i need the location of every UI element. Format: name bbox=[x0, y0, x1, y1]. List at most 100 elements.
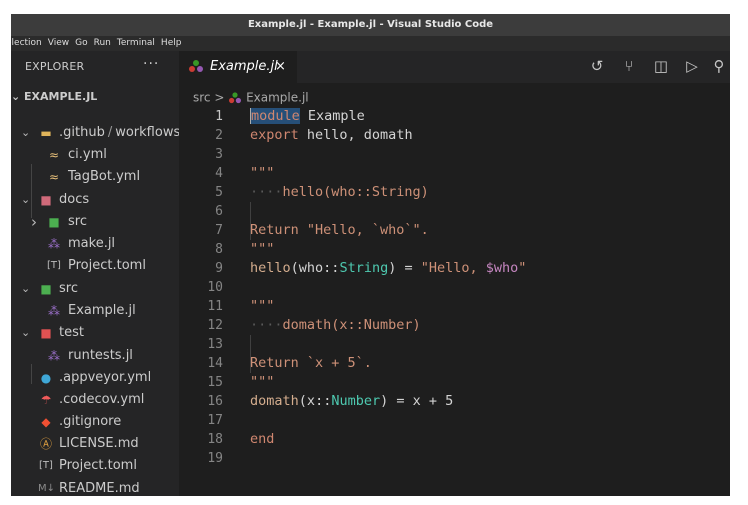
folder-github-icon: ▬ bbox=[40, 126, 52, 140]
close-icon[interactable]: × bbox=[275, 51, 286, 83]
tree-item-label: .gitignore bbox=[59, 414, 122, 429]
menu-go[interactable]: Go bbox=[75, 38, 87, 48]
folder-docs-icon: ■ bbox=[40, 193, 52, 207]
code-line: 8 """ bbox=[179, 240, 730, 259]
explorer-sidebar: EXPLORER ··· ⌄ EXAMPLE.JL ⌄ ▬ .github / work… bbox=[11, 51, 179, 496]
git-icon: ◆ bbox=[41, 415, 51, 429]
folder-name: workflows bbox=[115, 125, 179, 140]
toml-icon: [T] bbox=[47, 260, 61, 271]
code-line: 18 end bbox=[179, 430, 730, 449]
chevron-down-icon: ⌄ bbox=[21, 193, 31, 206]
code-token: """ bbox=[250, 165, 275, 181]
line-number: 12 bbox=[207, 318, 223, 333]
code-token: ···· bbox=[250, 317, 283, 333]
run-icon[interactable]: ▷ bbox=[682, 57, 702, 75]
code-token: Example bbox=[299, 108, 365, 124]
tree-item-project-toml[interactable]: [T] Project.toml bbox=[11, 255, 179, 277]
code-token: export bbox=[250, 127, 299, 143]
markdown-icon: M↓ bbox=[38, 483, 56, 494]
breadcrumb-file[interactable]: Example.jl bbox=[246, 91, 309, 105]
code-line: 16 domath(x::Number) = x + 5 bbox=[179, 392, 730, 411]
split-editor-icon[interactable]: ◫ bbox=[651, 57, 671, 75]
code-token: domath(x::Number) bbox=[282, 317, 421, 333]
tab-example-jl[interactable]: Example.jl × bbox=[179, 51, 297, 83]
tree-item-label: runtests.jl bbox=[68, 348, 133, 363]
tree-item-project-toml[interactable]: [T] Project.toml bbox=[11, 455, 179, 477]
tree-item-make-jl[interactable]: ⁂ make.jl bbox=[11, 233, 179, 255]
workspace-section[interactable]: ⌄ EXAMPLE.JL bbox=[11, 87, 179, 107]
code-token: hello bbox=[250, 260, 291, 276]
folder-src-icon: ■ bbox=[40, 282, 52, 296]
tree-item-test[interactable]: ⌄ ■ test bbox=[11, 322, 179, 344]
code-token: "Hello, bbox=[420, 260, 486, 276]
codecov-icon: ☂ bbox=[40, 393, 52, 407]
code-token: $who bbox=[485, 260, 519, 276]
breadcrumb-folder[interactable]: src bbox=[193, 91, 211, 105]
code-token: ···· bbox=[250, 184, 283, 200]
tree-item-license-md[interactable]: Ⓐ LICENSE.md bbox=[11, 433, 179, 455]
code-token: hello, domath bbox=[298, 127, 413, 143]
code-line: 7 Return "Hello, `who`". bbox=[179, 221, 730, 240]
code-token: Return `x + 5`. bbox=[250, 355, 372, 371]
tree-item-readme-md[interactable]: M↓ README.md bbox=[11, 478, 179, 496]
tree-item-tagbot-yml[interactable]: ≈ TagBot.yml bbox=[11, 166, 179, 188]
line-number: 6 bbox=[215, 204, 223, 219]
line-number: 16 bbox=[207, 394, 223, 409]
line-text: Return `x + 5`. bbox=[250, 354, 372, 373]
line-text: ····domath(x::Number) bbox=[250, 316, 421, 335]
source-control-icon[interactable]: ⑂ bbox=[619, 57, 639, 75]
line-text: hello(who::String) = "Hello, $who" bbox=[250, 259, 526, 278]
code-line: 9 hello(who::String) = "Hello, $who" bbox=[179, 259, 730, 278]
tree-item-label: docs bbox=[59, 192, 90, 207]
chevron-down-icon: ⌄ bbox=[21, 326, 31, 339]
code-token: " bbox=[518, 260, 527, 276]
tree-item-label: make.jl bbox=[68, 236, 116, 251]
tree-item--github[interactable]: ⌄ ▬ .github / workflows bbox=[11, 122, 179, 144]
more-actions-icon[interactable]: ⚲ bbox=[709, 57, 729, 75]
line-text: module Example bbox=[250, 107, 365, 126]
explorer-header: EXPLORER ··· bbox=[11, 51, 179, 83]
tree-item-example-jl[interactable]: ⁂ Example.jl bbox=[11, 300, 179, 322]
explorer-title: EXPLORER bbox=[25, 60, 85, 73]
code-token: x bbox=[306, 393, 316, 409]
line-number: 15 bbox=[207, 375, 223, 390]
julia-icon: ⁂ bbox=[48, 237, 60, 251]
code-token: who bbox=[298, 260, 324, 276]
tree-item-src[interactable]: › ■ src bbox=[11, 211, 179, 233]
more-actions-icon[interactable]: ··· bbox=[143, 51, 159, 80]
code-token: Return "Hello, `who`". bbox=[250, 222, 429, 238]
tab-bar: Example.jl × ↺ ⑂ ◫ ▷ ⚲ bbox=[179, 51, 730, 83]
line-number: 14 bbox=[207, 356, 223, 371]
tree-item-label: ci.yml bbox=[68, 147, 107, 162]
menu-view[interactable]: View bbox=[48, 38, 69, 48]
code-token: ) = bbox=[388, 260, 421, 276]
tree-item-src[interactable]: ⌄ ■ src bbox=[11, 278, 179, 300]
tree-item-docs[interactable]: ⌄ ■ docs bbox=[11, 189, 179, 211]
tree-item-label: src bbox=[59, 281, 78, 296]
yaml-icon: ≈ bbox=[48, 148, 60, 162]
menu-selection[interactable]: election bbox=[11, 38, 42, 48]
tree-item-ci-yml[interactable]: ≈ ci.yml bbox=[11, 144, 179, 166]
timeline-icon[interactable]: ↺ bbox=[587, 57, 607, 75]
menu-run[interactable]: Run bbox=[94, 38, 111, 48]
code-token: """ bbox=[250, 241, 275, 257]
line-number: 2 bbox=[215, 128, 223, 143]
menu-terminal[interactable]: Terminal bbox=[117, 38, 155, 48]
tree-item--gitignore[interactable]: ◆ .gitignore bbox=[11, 411, 179, 433]
code-token: :: bbox=[315, 393, 332, 409]
line-number: 7 bbox=[215, 223, 223, 238]
tree-item--codecov-yml[interactable]: ☂ .codecov.yml bbox=[11, 389, 179, 411]
tree-item--appveyor-yml[interactable]: ● .appveyor.yml bbox=[11, 367, 179, 389]
code-token: ( bbox=[290, 260, 299, 276]
appveyor-icon: ● bbox=[40, 371, 52, 385]
tree-item-label: .github / workflows bbox=[59, 122, 179, 144]
tree-item-runtests-jl[interactable]: ⁂ runtests.jl bbox=[11, 345, 179, 367]
code-token: ( bbox=[298, 393, 307, 409]
tree-item-label: TagBot.yml bbox=[68, 169, 141, 184]
menu-help[interactable]: Help bbox=[161, 38, 182, 48]
chevron-down-icon: ⌄ bbox=[11, 90, 21, 103]
line-text: end bbox=[250, 430, 274, 449]
tree-item-label: Project.toml bbox=[59, 458, 137, 473]
tree-item-label: .codecov.yml bbox=[59, 392, 145, 407]
line-number: 4 bbox=[215, 166, 223, 181]
